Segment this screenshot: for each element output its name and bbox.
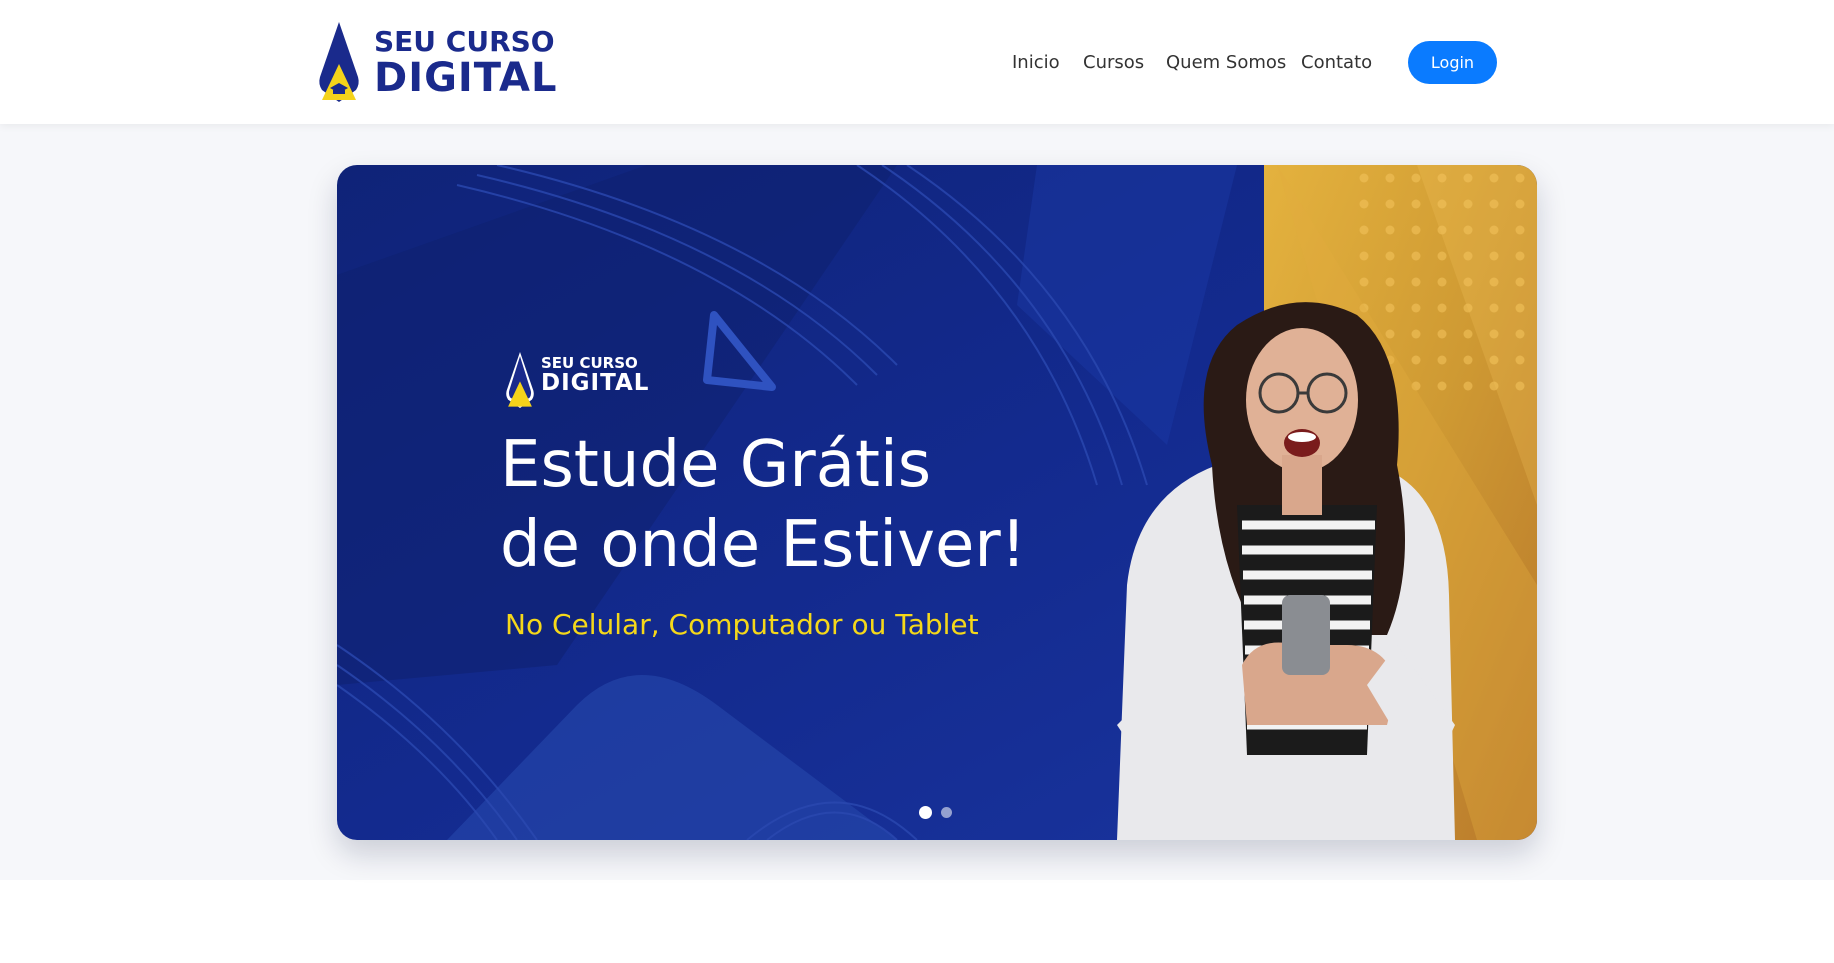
nav-link-quem-somos[interactable]: Quem Somos bbox=[1166, 52, 1286, 73]
logo-line2: DIGITAL bbox=[374, 55, 558, 101]
banner-logo-line1: SEU CURSO bbox=[541, 354, 638, 372]
banner-logo-line2: DIGITAL bbox=[541, 370, 650, 396]
nav-link-contato[interactable]: Contato bbox=[1301, 52, 1372, 73]
nav-link-cursos[interactable]: Cursos bbox=[1083, 52, 1144, 73]
drop-graduation-cap-icon bbox=[319, 22, 359, 102]
carousel-dot-1[interactable] bbox=[919, 806, 932, 819]
carousel-dot-2[interactable] bbox=[941, 807, 952, 818]
hero-headline: Estude Grátis de onde Estiver! bbox=[500, 425, 1100, 585]
headline-line2: de onde Estiver! bbox=[500, 508, 1027, 582]
banner-logo: SEU CURSO DIGITAL bbox=[505, 352, 665, 408]
drop-graduation-cap-icon bbox=[506, 352, 534, 408]
headline-line1: Estude Grátis bbox=[500, 428, 932, 502]
site-logo[interactable]: SEU CURSO DIGITAL bbox=[318, 20, 558, 104]
login-button[interactable]: Login bbox=[1408, 41, 1497, 84]
logo-line1: SEU CURSO bbox=[374, 25, 555, 58]
nav-link-inicio[interactable]: Inicio bbox=[1012, 52, 1060, 73]
navbar: SEU CURSO DIGITAL Inicio Cursos Quem Som… bbox=[0, 0, 1834, 124]
hero-subheadline: No Celular, Computador ou Tablet bbox=[505, 608, 979, 641]
hero-banner[interactable]: SEU CURSO DIGITAL Estude Grátis de onde … bbox=[337, 165, 1537, 840]
